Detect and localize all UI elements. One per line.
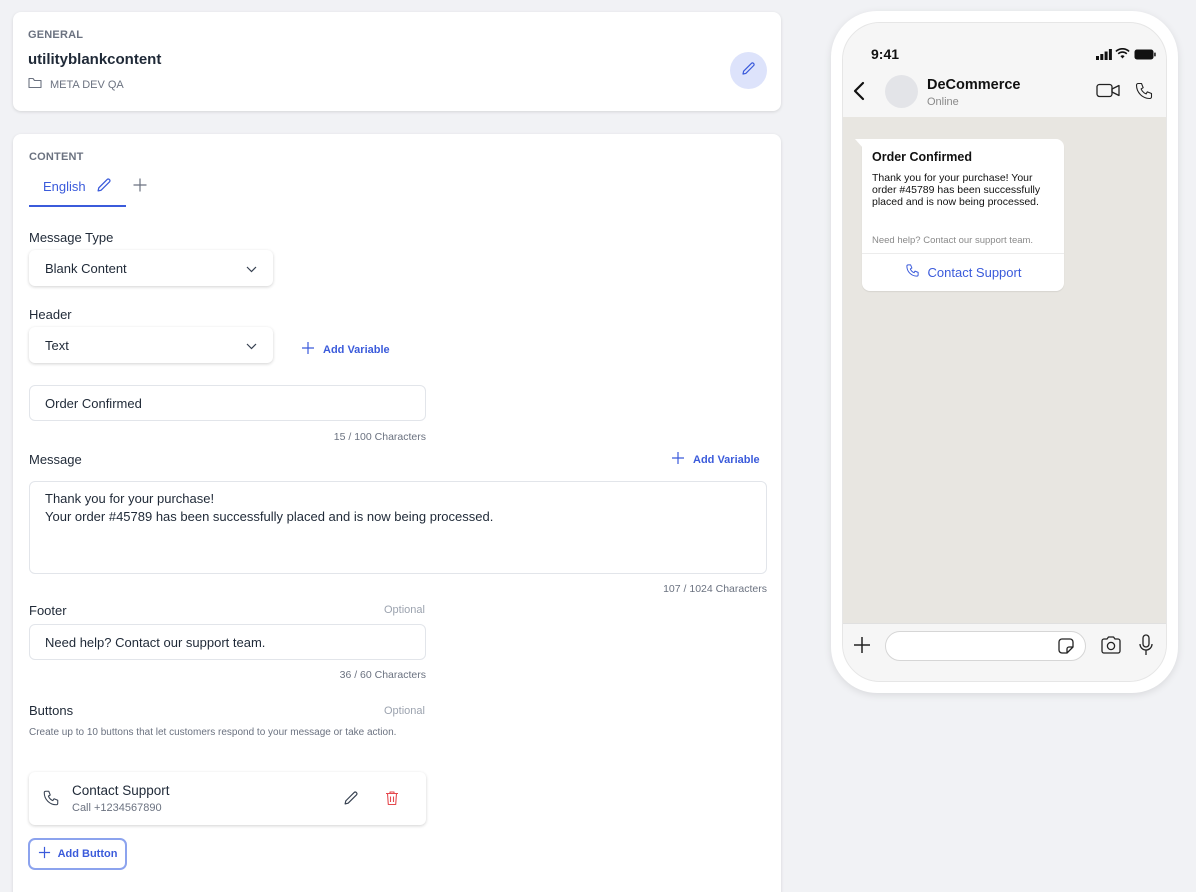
- edit-button-icon[interactable]: [343, 790, 359, 811]
- chat-message-input[interactable]: [885, 631, 1086, 661]
- header-text-value: Order Confirmed: [45, 395, 142, 411]
- add-button[interactable]: Add Button: [28, 838, 127, 870]
- phone-screen: 9:41 DeCommerce Online Order Confirmed T…: [842, 22, 1167, 682]
- plus-icon: [301, 341, 315, 358]
- phone-preview: 9:41 DeCommerce Online Order Confirmed T…: [831, 11, 1178, 693]
- back-arrow-icon[interactable]: [853, 81, 865, 106]
- header-text-input[interactable]: Order Confirmed: [29, 385, 426, 421]
- chevron-down-icon: [246, 261, 257, 276]
- add-language-button[interactable]: [131, 178, 149, 196]
- chevron-down-icon: [246, 338, 257, 353]
- button-item: Contact Support Call +1234567890: [29, 772, 426, 825]
- bubble-contact-support-button[interactable]: Contact Support: [862, 253, 1064, 291]
- plus-icon[interactable]: [852, 635, 872, 660]
- footer-value: Need help? Contact our support team.: [45, 634, 266, 650]
- status-bar: 9:41: [843, 23, 1166, 69]
- phone-icon: [905, 263, 920, 281]
- message-type-select[interactable]: Blank Content: [29, 250, 273, 286]
- content-section-label: CONTENT: [29, 151, 84, 163]
- content-card: CONTENT English Message Type Blank Conte…: [13, 134, 781, 892]
- pencil-icon: [741, 61, 756, 81]
- edit-general-button[interactable]: [730, 52, 767, 89]
- folder-name: META DEV QA: [50, 78, 124, 91]
- plus-icon: [38, 846, 51, 862]
- camera-icon[interactable]: [1100, 636, 1122, 659]
- general-card: GENERAL utilityblankcontent META DEV QA: [13, 12, 781, 111]
- button-item-subtitle: Call +1234567890: [72, 802, 162, 814]
- general-section-label: GENERAL: [28, 29, 84, 41]
- chat-area: Order Confirmed Thank you for your purch…: [843, 117, 1166, 623]
- header-type-value: Text: [45, 337, 69, 353]
- header-add-variable-button[interactable]: Add Variable: [301, 341, 390, 358]
- tab-english-label: English: [43, 179, 86, 194]
- message-char-counter: 107 / 1024 Characters: [663, 583, 767, 595]
- message-type-value: Blank Content: [45, 260, 127, 276]
- buttons-label: Buttons: [29, 703, 74, 718]
- footer-optional-label: Optional: [384, 604, 425, 616]
- message-line-1: Thank you for your purchase!: [45, 491, 215, 506]
- message-line-2: Your order #45789 has been successfully …: [45, 509, 494, 524]
- chat-input-bar: [843, 623, 1166, 681]
- footer-char-counter: 36 / 60 Characters: [339, 669, 426, 681]
- footer-input[interactable]: Need help? Contact our support team.: [29, 624, 426, 660]
- bubble-tail: [855, 139, 863, 148]
- status-time: 9:41: [871, 46, 900, 62]
- sticker-icon[interactable]: [1057, 637, 1075, 660]
- video-call-icon[interactable]: [1096, 83, 1120, 103]
- battery-icon: [1134, 47, 1156, 65]
- header-char-counter: 15 / 100 Characters: [333, 431, 426, 443]
- microphone-icon[interactable]: [1139, 634, 1153, 661]
- header-add-variable-label: Add Variable: [323, 343, 390, 356]
- trash-icon[interactable]: [385, 790, 399, 811]
- pencil-icon[interactable]: [96, 177, 112, 196]
- message-textarea[interactable]: Thank you for your purchase! Your order …: [29, 481, 767, 574]
- folder-icon: [28, 77, 42, 92]
- plus-icon: [671, 451, 685, 468]
- phone-call-icon[interactable]: [1134, 81, 1154, 106]
- bubble-footer: Need help? Contact our support team.: [872, 235, 1034, 246]
- signal-icon: [1096, 47, 1112, 65]
- bubble-button-label: Contact Support: [927, 264, 1022, 280]
- buttons-optional-label: Optional: [384, 705, 425, 717]
- message-add-variable-button[interactable]: Add Variable: [671, 451, 760, 468]
- add-button-label: Add Button: [57, 848, 118, 860]
- footer-label: Footer: [29, 603, 67, 618]
- button-item-title: Contact Support: [72, 783, 170, 798]
- contact-status: Online: [927, 96, 959, 108]
- plus-icon: [132, 177, 148, 198]
- wifi-icon: [1115, 46, 1130, 64]
- phone-icon: [42, 789, 60, 812]
- chat-header: DeCommerce Online: [843, 69, 1166, 117]
- header-label: Header: [29, 307, 72, 322]
- folder-info: META DEV QA: [28, 77, 124, 92]
- message-label: Message: [29, 452, 82, 467]
- template-name: utilityblankcontent: [28, 51, 162, 68]
- message-type-label: Message Type: [29, 230, 114, 245]
- buttons-help-text: Create up to 10 buttons that let custome…: [29, 727, 397, 738]
- tab-english[interactable]: English: [29, 168, 126, 207]
- header-type-select[interactable]: Text: [29, 327, 273, 363]
- avatar: [885, 75, 918, 108]
- message-add-variable-label: Add Variable: [693, 453, 760, 466]
- bubble-body: Thank you for your purchase! Your order …: [872, 172, 1041, 208]
- bubble-title: Order Confirmed: [872, 150, 973, 164]
- message-bubble: Order Confirmed Thank you for your purch…: [855, 139, 1064, 291]
- contact-name: DeCommerce: [927, 77, 1021, 93]
